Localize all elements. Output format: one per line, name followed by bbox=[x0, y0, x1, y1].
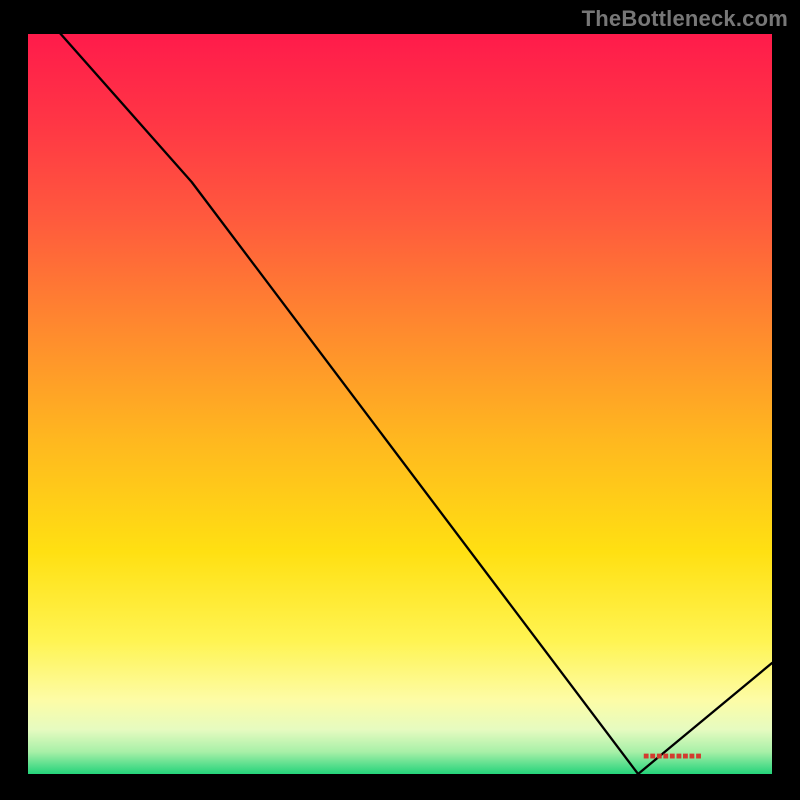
watermark-text: TheBottleneck.com bbox=[582, 6, 788, 32]
chart-container: TheBottleneck.com ■■■■■■■■■ bbox=[0, 0, 800, 800]
chart-svg bbox=[28, 34, 772, 774]
plot-area bbox=[28, 34, 772, 774]
gradient-background bbox=[28, 34, 772, 774]
bottom-label: ■■■■■■■■■ bbox=[643, 751, 702, 762]
plot-frame bbox=[28, 34, 772, 774]
